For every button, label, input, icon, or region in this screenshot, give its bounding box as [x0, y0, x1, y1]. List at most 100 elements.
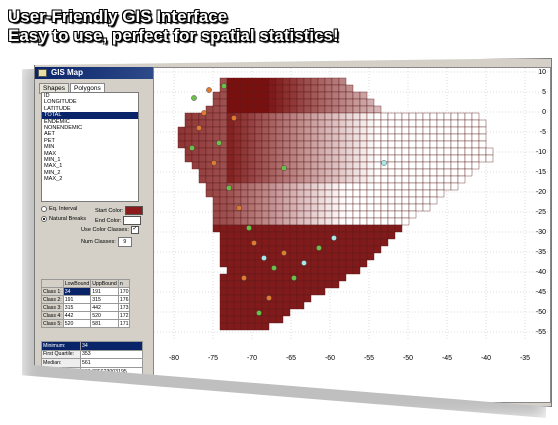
- map-cell: [275, 210, 284, 219]
- map-cell: [338, 154, 347, 163]
- map-cell: [219, 161, 228, 170]
- map-cell: [254, 245, 263, 254]
- gis-window: GIS Map _ □ × Shapes Polygons IDLONGITUD…: [34, 58, 552, 407]
- stat-label: Maximum:: [41, 383, 81, 394]
- map-cell: [289, 140, 298, 149]
- map-cell: [226, 231, 235, 240]
- map-cell: [303, 287, 312, 296]
- map-cell: [471, 119, 480, 128]
- map-cell: [303, 252, 312, 261]
- map-cell: [324, 119, 333, 128]
- class-row[interactable]: Class 5: 520 581 171: [41, 319, 131, 328]
- map-cell: [324, 259, 333, 268]
- map-panel[interactable]: -80 -75 -70 -65 -60 -55 -50 -45 -40 -35 10 5 0 -5 -10 -…: [153, 67, 551, 403]
- map-cell: [233, 322, 242, 331]
- field-list[interactable]: ID LONGITUDE LATITUDE TOTAL ENDEMIC NONENDEMI…: [41, 92, 139, 202]
- map-cell: [240, 119, 249, 128]
- map-cell: [205, 189, 214, 198]
- map-cell: [226, 322, 235, 331]
- map-cell: [261, 203, 270, 212]
- map-cell: [331, 105, 340, 114]
- class-row[interactable]: Class 4: 442 520 172: [41, 311, 131, 320]
- occurrence-point: [251, 240, 257, 246]
- class-row[interactable]: Class 3: 315 442 173: [41, 303, 131, 312]
- map-cell: [212, 105, 221, 114]
- map-cell: [317, 287, 326, 296]
- y-tick-label: -50: [536, 309, 546, 316]
- stats-row: Median: 561: [41, 358, 143, 368]
- start-color-swatch[interactable]: [125, 206, 144, 215]
- map-cell: [366, 252, 375, 261]
- occurrence-point: [301, 260, 307, 266]
- class-cell: 442: [90, 303, 119, 312]
- stats-row: First Quartile: 353: [41, 349, 143, 360]
- map-cell: [268, 315, 277, 324]
- map-cell: [450, 126, 459, 135]
- eq-interval-radio[interactable]: [41, 206, 47, 212]
- map-cell: [247, 301, 256, 310]
- class-cell: 191: [90, 287, 119, 296]
- natural-breaks-radio[interactable]: [41, 216, 47, 222]
- use-color-classes-checkbox[interactable]: ✓: [130, 226, 139, 234]
- map-cell: [247, 189, 256, 198]
- map-cell: [380, 119, 389, 128]
- map-cell: [345, 224, 354, 233]
- map-cell: [310, 182, 319, 191]
- map-cell: [436, 126, 445, 135]
- map-cell: [247, 196, 256, 205]
- map-cell: [261, 196, 270, 205]
- stat-value: 561: [80, 358, 143, 368]
- app-icon: [38, 69, 47, 77]
- field-item[interactable]: MAX_2: [42, 176, 138, 182]
- map-cell: [268, 308, 277, 317]
- map-cell: [219, 126, 228, 135]
- map-cell: [338, 147, 347, 156]
- map-cell: [401, 119, 410, 128]
- map-cell: [282, 238, 291, 247]
- map-cell: [401, 210, 410, 219]
- map-cell: [387, 224, 396, 233]
- num-classes-input[interactable]: 9: [117, 237, 132, 247]
- map-cell: [443, 168, 452, 177]
- map-cell: [289, 77, 298, 86]
- map-cell: [415, 119, 424, 128]
- map-cell: [261, 140, 270, 149]
- map-cell: [310, 280, 319, 289]
- map-cell: [317, 84, 326, 93]
- map-cell: [331, 224, 340, 233]
- stat-label: Minimum:: [41, 341, 81, 351]
- map-cell: [233, 266, 242, 275]
- class-row[interactable]: Class 1: 34 191 170: [41, 287, 131, 296]
- map-cell: [282, 154, 291, 163]
- map-cell: [317, 203, 326, 212]
- map-cell: [387, 196, 396, 205]
- map-cell: [233, 189, 242, 198]
- map-cell: [387, 133, 396, 142]
- map-cell: [331, 182, 340, 191]
- map-cell: [184, 154, 193, 163]
- map-cell: [289, 98, 298, 107]
- map-cell: [450, 175, 459, 184]
- map-cell: [198, 175, 207, 184]
- map-cell: [219, 119, 228, 128]
- map-cell: [338, 119, 347, 128]
- class-row[interactable]: Class 2: 191 315 176: [41, 295, 131, 304]
- map-cell: [219, 252, 228, 261]
- map-cell: [303, 280, 312, 289]
- map-cell: [352, 182, 361, 191]
- map-cell: [226, 217, 235, 226]
- map-cell: [317, 161, 326, 170]
- map-cell: [408, 175, 417, 184]
- x-tick-label: -80: [169, 355, 179, 362]
- map-cell: [429, 147, 438, 156]
- map-cell: [380, 126, 389, 135]
- map-cell: [268, 112, 277, 121]
- map-cell: [443, 182, 452, 191]
- end-color-swatch[interactable]: [123, 216, 142, 225]
- occurrence-point: [189, 145, 195, 151]
- map-cell: [212, 119, 221, 128]
- map-canvas[interactable]: -80 -75 -70 -65 -60 -55 -50 -45 -40 -35 10 5 0 -5 -10 -…: [154, 68, 550, 402]
- map-cell: [282, 203, 291, 212]
- class-cell: 315: [90, 295, 119, 304]
- map-cell: [352, 175, 361, 184]
